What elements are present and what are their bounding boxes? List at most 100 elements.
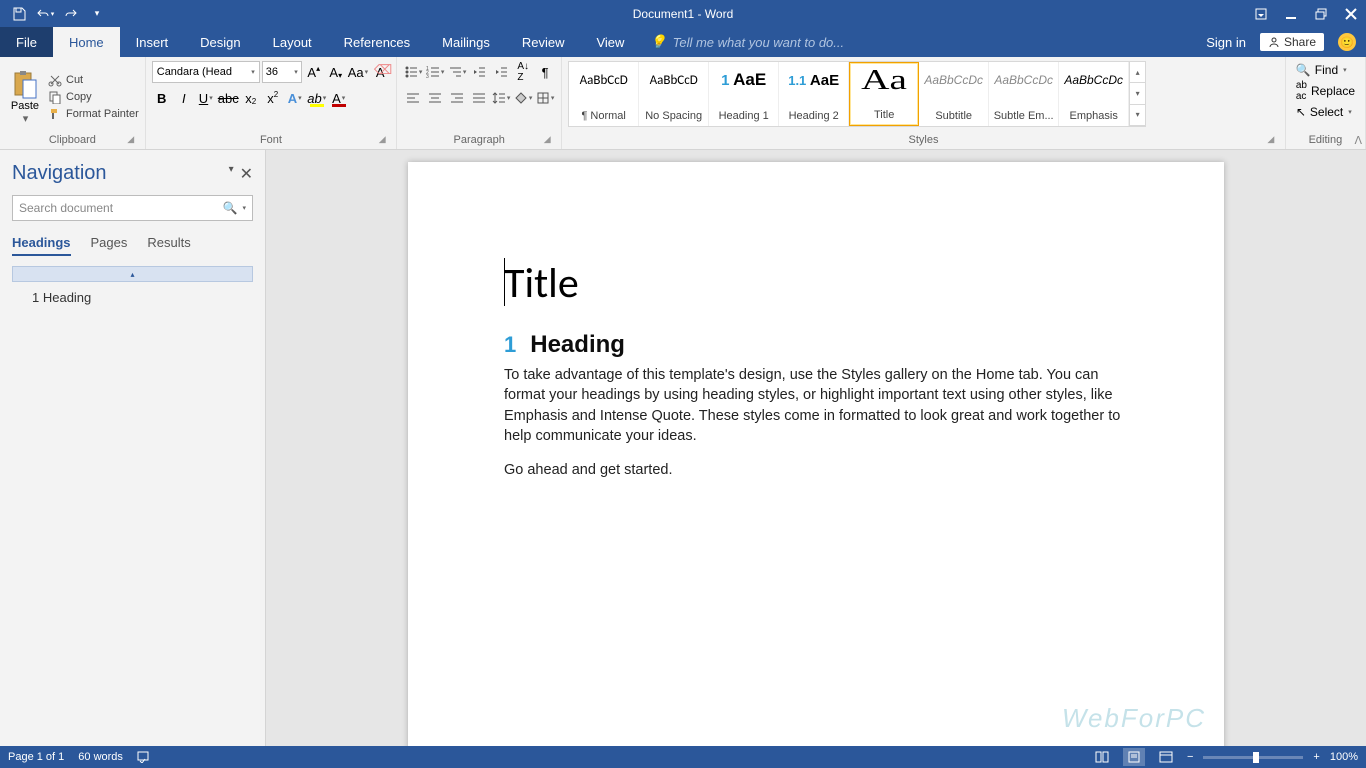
align-right-button[interactable] xyxy=(447,87,467,109)
format-painter-button[interactable]: Format Painter xyxy=(48,107,139,121)
restore-button[interactable] xyxy=(1306,0,1336,27)
font-dialog-launcher[interactable]: ◢ xyxy=(376,134,388,146)
save-icon[interactable] xyxy=(8,3,30,25)
zoom-slider[interactable] xyxy=(1203,756,1303,759)
feedback-smiley-icon[interactable]: 🙂 xyxy=(1338,33,1356,51)
strikethrough-button[interactable]: abc xyxy=(218,87,239,109)
styles-row-up[interactable]: ▴ xyxy=(1130,62,1145,83)
style-heading-1[interactable]: 1 AaEHeading 1 xyxy=(709,62,779,126)
ribbon-display-options-icon[interactable] xyxy=(1246,0,1276,27)
undo-button[interactable]: ▾ xyxy=(34,3,56,25)
print-layout-button[interactable] xyxy=(1123,748,1145,766)
font-color-button[interactable]: A▾ xyxy=(329,87,349,109)
replace-button[interactable]: abacReplace xyxy=(1296,80,1355,102)
tab-references[interactable]: References xyxy=(328,27,426,57)
style-subtle-emphasis[interactable]: AaBbCcDcSubtle Em... xyxy=(989,62,1059,126)
line-spacing-button[interactable]: ▾ xyxy=(491,87,511,109)
justify-button[interactable] xyxy=(469,87,489,109)
copy-button[interactable]: Copy xyxy=(48,90,139,104)
customize-qat-button[interactable]: ▾ xyxy=(86,3,108,25)
style-title[interactable]: AaTitle xyxy=(849,62,919,126)
sort-button[interactable]: A↓Z xyxy=(513,61,533,83)
superscript-button[interactable]: x2 xyxy=(263,87,283,109)
increase-indent-button[interactable] xyxy=(491,61,511,83)
cut-button[interactable]: Cut xyxy=(48,73,139,87)
collapse-ribbon-button[interactable]: ᐱ xyxy=(1354,134,1362,147)
multilevel-list-button[interactable]: ▾ xyxy=(447,61,467,83)
doc-paragraph-1[interactable]: To take advantage of this template's des… xyxy=(504,365,1128,446)
tab-design[interactable]: Design xyxy=(184,27,256,57)
font-name-combo[interactable]: Candara (Head▾ xyxy=(152,61,260,83)
change-case-button[interactable]: Aa▾ xyxy=(348,61,368,83)
tell-me-box[interactable]: 💡 Tell me what you want to do... xyxy=(640,27,854,57)
style-emphasis[interactable]: AaBbCcDcEmphasis xyxy=(1059,62,1129,126)
zoom-out-button[interactable]: − xyxy=(1187,751,1193,763)
redo-button[interactable] xyxy=(60,3,82,25)
close-button[interactable] xyxy=(1336,0,1366,27)
borders-button[interactable]: ▾ xyxy=(535,87,555,109)
clear-formatting-button[interactable]: A⌫ xyxy=(370,61,390,83)
nav-heading-item[interactable]: 1 Heading xyxy=(12,286,253,309)
tab-file[interactable]: File xyxy=(0,27,53,57)
navigation-title: Navigation xyxy=(12,162,107,185)
tab-home[interactable]: Home xyxy=(53,27,120,57)
document-page[interactable]: Title 1 Heading To take advantage of thi… xyxy=(408,162,1224,746)
doc-heading-1[interactable]: 1 Heading xyxy=(504,331,1128,359)
zoom-in-button[interactable]: + xyxy=(1313,751,1319,763)
find-button[interactable]: 🔍Find▾ xyxy=(1296,63,1355,77)
workspace: Navigation ▾ ✕ Search document 🔍▾ Headin… xyxy=(0,150,1366,746)
tab-view[interactable]: View xyxy=(580,27,640,57)
underline-button[interactable]: U▾ xyxy=(196,87,216,109)
styles-dialog-launcher[interactable]: ◢ xyxy=(1265,134,1277,146)
decrease-indent-button[interactable] xyxy=(469,61,489,83)
numbering-button[interactable]: 123▾ xyxy=(425,61,445,83)
text-effects-button[interactable]: A▾ xyxy=(285,87,305,109)
title-bar: ▾ ▾ Document1 - Word xyxy=(0,0,1366,27)
nav-search-input[interactable]: Search document 🔍▾ xyxy=(12,195,253,221)
shading-button[interactable]: ▾ xyxy=(513,87,533,109)
share-button[interactable]: Share xyxy=(1260,33,1324,51)
nav-collapse-all[interactable]: ▴ xyxy=(12,266,253,282)
nav-close-button[interactable]: ✕ xyxy=(240,164,253,184)
document-area[interactable]: Title 1 Heading To take advantage of thi… xyxy=(266,150,1366,746)
align-left-button[interactable] xyxy=(403,87,423,109)
style-normal[interactable]: AaBbCcD¶ Normal xyxy=(569,62,639,126)
paste-button[interactable]: Paste ▾ xyxy=(6,61,44,133)
page-count[interactable]: Page 1 of 1 xyxy=(8,751,64,763)
spellcheck-icon[interactable] xyxy=(137,749,151,766)
zoom-level[interactable]: 100% xyxy=(1330,751,1358,763)
tab-insert[interactable]: Insert xyxy=(120,27,185,57)
clipboard-dialog-launcher[interactable]: ◢ xyxy=(125,134,137,146)
font-size-combo[interactable]: 36▾ xyxy=(262,61,302,83)
bold-button[interactable]: B xyxy=(152,87,172,109)
style-no-spacing[interactable]: AaBbCcDNo Spacing xyxy=(639,62,709,126)
nav-tab-pages[interactable]: Pages xyxy=(91,235,128,256)
select-button[interactable]: ↖Select▾ xyxy=(1296,105,1355,119)
italic-button[interactable]: I xyxy=(174,87,194,109)
shrink-font-button[interactable]: A▾ xyxy=(326,61,346,83)
tab-mailings[interactable]: Mailings xyxy=(426,27,506,57)
show-marks-button[interactable]: ¶ xyxy=(535,61,555,83)
style-subtitle[interactable]: AaBbCcDcSubtitle xyxy=(919,62,989,126)
paragraph-dialog-launcher[interactable]: ◢ xyxy=(541,134,553,146)
read-mode-button[interactable] xyxy=(1091,748,1113,766)
highlight-color-button[interactable]: ab▾ xyxy=(307,87,327,109)
doc-title[interactable]: Title xyxy=(504,258,1128,309)
minimize-button[interactable] xyxy=(1276,0,1306,27)
grow-font-button[interactable]: A▴ xyxy=(304,61,324,83)
web-layout-button[interactable] xyxy=(1155,748,1177,766)
sign-in-link[interactable]: Sign in xyxy=(1206,35,1246,50)
nav-tab-headings[interactable]: Headings xyxy=(12,235,71,256)
word-count[interactable]: 60 words xyxy=(78,751,123,763)
tab-layout[interactable]: Layout xyxy=(257,27,328,57)
nav-options-button[interactable]: ▾ xyxy=(229,164,234,184)
subscript-button[interactable]: x2 xyxy=(241,87,261,109)
align-center-button[interactable] xyxy=(425,87,445,109)
doc-paragraph-2[interactable]: Go ahead and get started. xyxy=(504,460,1128,480)
styles-row-down[interactable]: ▾ xyxy=(1130,83,1145,104)
bullets-button[interactable]: ▾ xyxy=(403,61,423,83)
nav-tab-results[interactable]: Results xyxy=(147,235,190,256)
font-group-label: Font xyxy=(260,134,282,146)
tab-review[interactable]: Review xyxy=(506,27,581,57)
styles-expand[interactable]: ▾ xyxy=(1130,105,1145,126)
